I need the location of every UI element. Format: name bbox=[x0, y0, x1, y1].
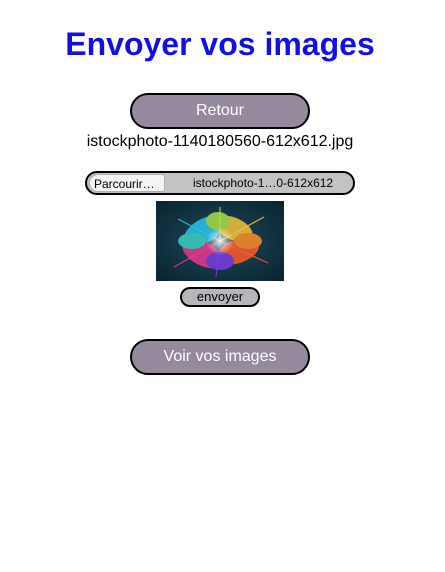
browse-button[interactable]: Parcourir… bbox=[89, 174, 165, 192]
image-preview bbox=[156, 201, 284, 281]
back-button[interactable]: Retour bbox=[130, 93, 310, 129]
send-button[interactable]: envoyer bbox=[180, 287, 260, 307]
page-title: Envoyer vos images bbox=[65, 26, 375, 62]
file-input-filename: istockphoto-1…0-612x612 bbox=[193, 176, 334, 190]
selected-filename: istockphoto-1140180560-612x612.jpg bbox=[86, 133, 354, 150]
view-images-button[interactable]: Voir vos images bbox=[130, 339, 310, 375]
file-input[interactable]: Parcourir… istockphoto-1…0-612x612 bbox=[85, 171, 355, 195]
color-powder-explosion-image bbox=[156, 201, 284, 281]
upload-page: Envoyer vos images Retour istockphoto-11… bbox=[0, 0, 445, 572]
